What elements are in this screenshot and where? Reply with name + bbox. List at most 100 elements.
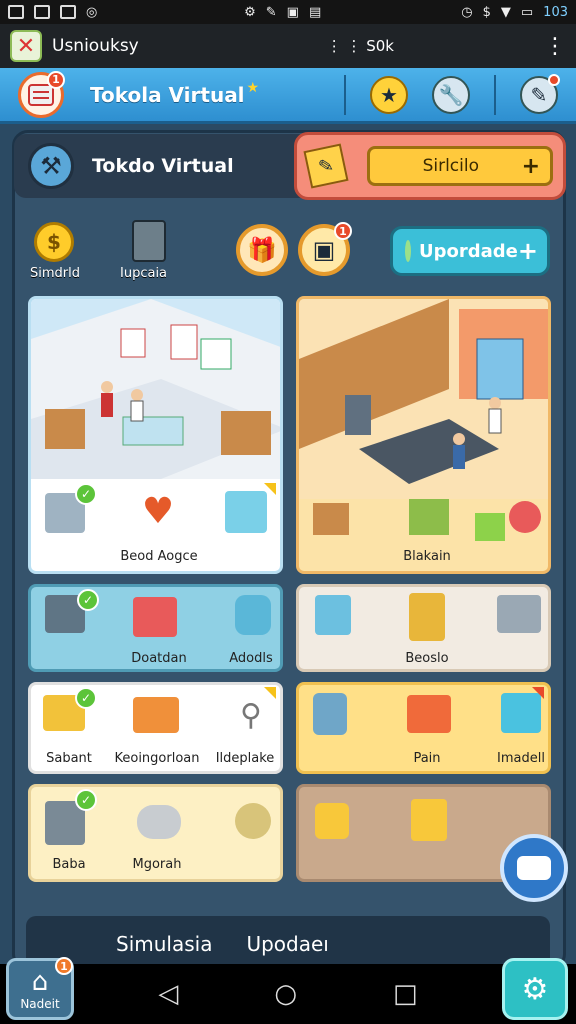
more-vert-icon[interactable]: ⋮	[544, 34, 566, 59]
box-icon	[475, 513, 505, 541]
store-card-row-b-right[interactable]: Pain Imadell	[296, 682, 551, 774]
image-icon	[8, 5, 24, 19]
store-card-row-c-left[interactable]: ✓ Baba Mgorah	[28, 784, 283, 882]
store-name: Tokdo Virtual	[92, 155, 234, 177]
wrench-icon[interactable]: 🔧	[432, 75, 470, 114]
card-label: Doatdan	[131, 651, 187, 666]
home-button[interactable]: ⌂ Nadeit 1	[6, 957, 74, 1020]
game-top-bar: 1 Tokola Virtual ★ ★ 🔧 ✎	[0, 68, 576, 124]
title-star-icon: ★	[246, 79, 260, 96]
menu-button[interactable]: 1	[18, 70, 65, 118]
check-icon: ✓	[75, 483, 97, 505]
resource-row: $ Simdrld Iupcaia 🎁 ▣ 1 Upordade +	[22, 216, 552, 286]
check-icon: ✓	[77, 589, 99, 611]
camera-icon	[517, 856, 551, 880]
box-badge: 1	[334, 222, 352, 240]
luggage-icon	[313, 693, 347, 735]
recents-icon[interactable]: □	[393, 979, 418, 1009]
store-card-office[interactable]: ✓ ♥ Beod Aogce	[28, 296, 283, 574]
settings-icon: ✎	[265, 4, 277, 20]
store-card-row-a-right[interactable]: Beoslo	[296, 584, 551, 672]
check-icon: ✓	[75, 687, 97, 709]
ice-box-icon	[501, 693, 541, 733]
status-bar: ◎ ⚙ ✎ ▣ ▤ ◷ $ ▼ ▭ 103	[0, 0, 576, 24]
sync-icon: ◎	[86, 4, 98, 20]
upgrade-icon	[405, 240, 411, 262]
hammer-icon[interactable]: ✎	[520, 73, 560, 114]
hammer-icon[interactable]: ⚒	[28, 143, 74, 189]
upgrade-button[interactable]: Upordade +	[390, 226, 550, 276]
card-label: Adodls	[229, 651, 273, 666]
heart-icon: ♥	[141, 490, 175, 532]
camera-button[interactable]	[500, 834, 568, 902]
parcel-icon	[133, 697, 179, 733]
check-icon: ✓	[75, 789, 97, 811]
menu-badge: 1	[47, 70, 65, 89]
coin-label: Simdrld	[30, 266, 80, 281]
store-card-market[interactable]: Blakain	[296, 296, 551, 574]
corner-flag	[264, 687, 276, 699]
email-icon	[34, 5, 50, 19]
battery-icon: ▭	[520, 4, 534, 20]
store-card-row-a-left[interactable]: ✓ Doatdan Adodls	[28, 584, 283, 672]
corner-flag	[532, 687, 544, 699]
store-card-row-b-left[interactable]: ✓ ⚲ Sabant Keoingorloan Ildeplake	[28, 682, 283, 774]
cooler-icon	[225, 491, 267, 533]
status-time: 103	[543, 4, 568, 20]
card-label: Keoingorloan	[114, 751, 200, 766]
tab-update[interactable]: Upodaeı	[246, 932, 328, 956]
game-title: Tokola Virtual	[90, 82, 245, 107]
card-label: Beod Aogce	[120, 549, 198, 564]
system-nav-bar: ◁ ○ □	[0, 964, 576, 1024]
register-label: Iupcaia	[120, 266, 168, 281]
clock-icon: ◷	[461, 4, 473, 20]
simulate-button[interactable]: Sirlcilo +	[367, 146, 553, 186]
toolbox-icon	[407, 695, 451, 733]
corner-flag	[264, 483, 276, 495]
scoop-icon: ⚲	[240, 697, 262, 733]
dollar-icon: $	[482, 4, 491, 20]
simulation-card: ✎ Sirlcilo +	[294, 132, 566, 200]
cast-icon: ▤	[308, 4, 322, 20]
divider	[344, 74, 346, 115]
produce-bin-icon	[497, 595, 541, 633]
produce-crate-icon	[409, 499, 449, 535]
bin-icon	[409, 593, 445, 641]
card-label: Pain	[413, 751, 441, 766]
app-icon: ▣	[286, 4, 299, 20]
market-scene	[299, 299, 548, 499]
card-label: Beoslo	[405, 651, 449, 666]
card-label: Mgorah	[132, 857, 182, 872]
gift-box-icon	[133, 597, 177, 637]
tool-badge	[548, 73, 560, 86]
bucket-icon	[411, 799, 447, 841]
message-icon	[60, 5, 76, 19]
alarm-icon: ⚙	[244, 4, 256, 20]
box-icon[interactable]: ▣ 1	[298, 222, 352, 276]
card-label: Ildeplake	[215, 751, 275, 766]
cash-register-icon[interactable]	[132, 220, 166, 262]
mortar-icon	[235, 803, 271, 839]
settings-gear-button[interactable]: ⚙	[502, 958, 568, 1020]
roller-icon	[137, 805, 181, 839]
back-icon[interactable]: ◁	[158, 979, 178, 1009]
house-icon: ⌂	[31, 967, 49, 997]
coin-icon[interactable]: $	[34, 222, 74, 262]
network-indicator: ⋮ ⋮ S0k	[326, 37, 394, 55]
tab-simulation[interactable]: Simulasia	[116, 932, 212, 956]
star-badge-icon[interactable]: ★	[370, 75, 408, 114]
crate-icon	[313, 503, 349, 535]
gift-icon[interactable]: 🎁	[236, 224, 288, 276]
app-title: Usniouksy	[52, 36, 139, 56]
office-scene	[31, 299, 280, 479]
price-tag-icon: ✎	[303, 143, 349, 189]
home-badge: 1	[55, 957, 73, 975]
wifi-icon: ▼	[500, 4, 511, 20]
divider	[494, 74, 496, 115]
home-icon[interactable]: ○	[274, 979, 297, 1009]
card-label: Blakain	[403, 549, 451, 564]
close-app-icon[interactable]: ✕	[10, 30, 42, 62]
gear-icon: ⚙	[521, 971, 549, 1007]
card-label: Baba	[52, 857, 86, 872]
gift-basket-icon	[509, 501, 541, 533]
